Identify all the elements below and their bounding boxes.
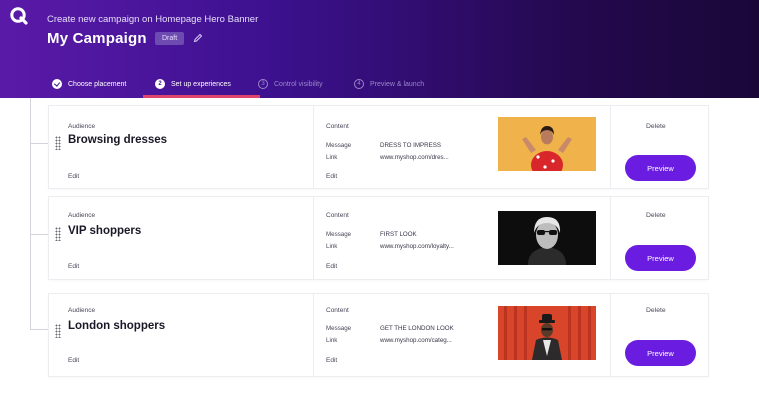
page-title: My Campaign (47, 30, 147, 47)
message-value: DRESS TO IMPRESS (380, 142, 441, 149)
banner-thumbnail[interactable] (498, 211, 596, 265)
link-label: Link (326, 243, 338, 250)
experience-card: Audience Browsing dresses Edit Content M… (49, 106, 708, 188)
audience-section: Audience Browsing dresses Edit (49, 106, 314, 188)
audience-name: VIP shoppers (68, 225, 142, 237)
content-label: Content (326, 212, 349, 219)
audience-label: Audience (68, 212, 96, 219)
preview-button[interactable]: Preview (625, 245, 696, 271)
step-label: Control visibility (274, 80, 323, 88)
actions-section: Delete Preview (611, 197, 708, 279)
tree-connector (30, 234, 49, 235)
edit-audience-link[interactable]: Edit (68, 357, 79, 364)
preview-button[interactable]: Preview (625, 155, 696, 181)
preview-button[interactable]: Preview (625, 340, 696, 366)
delete-button[interactable]: Delete (646, 212, 666, 219)
edit-content-link[interactable]: Edit (326, 263, 337, 270)
audience-label: Audience (68, 123, 96, 130)
content-section: Content Message DRESS TO IMPRESS Link ww… (314, 106, 611, 188)
audience-section: Audience VIP shoppers Edit (49, 197, 314, 279)
edit-audience-link[interactable]: Edit (68, 173, 79, 180)
breadcrumb: Create new campaign on Homepage Hero Ban… (47, 14, 259, 25)
step-label: Preview & launch (370, 80, 425, 88)
q-logo-icon[interactable] (9, 6, 29, 26)
step-number: 2 (155, 79, 165, 89)
tree-connector (30, 98, 31, 330)
step-label: Choose placement (68, 80, 127, 88)
step-control-visibility[interactable]: 3 Control visibility (258, 70, 323, 98)
link-label: Link (326, 154, 338, 161)
step-label: Set up experiences (171, 80, 231, 88)
edit-content-link[interactable]: Edit (326, 357, 337, 364)
delete-button[interactable]: Delete (646, 307, 666, 314)
campaign-header: Create new campaign on Homepage Hero Ban… (0, 0, 759, 98)
message-value: GET THE LONDON LOOK (380, 325, 454, 332)
edit-content-link[interactable]: Edit (326, 173, 337, 180)
step-preview-launch[interactable]: 4 Preview & launch (354, 70, 424, 98)
content-label: Content (326, 307, 349, 314)
drag-handle-icon[interactable] (55, 324, 61, 338)
content-section: Content Message FIRST LOOK Link www.mysh… (314, 197, 611, 279)
experience-card: Audience London shoppers Edit Content Me… (49, 294, 708, 376)
step-set-up-experiences[interactable]: 2 Set up experiences (155, 70, 231, 98)
stepper: Choose placement 2 Set up experiences 3 … (0, 70, 759, 98)
audience-name: London shoppers (68, 320, 166, 332)
link-value: www.myshop.com/loyalty... (380, 243, 454, 250)
banner-thumbnail[interactable] (498, 306, 596, 360)
link-value: www.myshop.com/categ... (380, 337, 452, 344)
banner-thumbnail[interactable] (498, 117, 596, 171)
content-label: Content (326, 123, 349, 130)
message-label: Message (326, 325, 352, 332)
actions-section: Delete Preview (611, 294, 708, 376)
step-number: 3 (258, 79, 268, 89)
check-icon (52, 79, 62, 89)
message-label: Message (326, 231, 352, 238)
drag-handle-icon[interactable] (55, 136, 61, 150)
tree-connector (30, 143, 49, 144)
pencil-icon[interactable] (193, 33, 203, 43)
edit-audience-link[interactable]: Edit (68, 263, 79, 270)
content-section: Content Message GET THE LONDON LOOK Link… (314, 294, 611, 376)
audience-name: Browsing dresses (68, 134, 168, 146)
tree-connector (30, 329, 49, 330)
message-label: Message (326, 142, 352, 149)
audience-label: Audience (68, 307, 96, 314)
audience-section: Audience London shoppers Edit (49, 294, 314, 376)
experience-card: Audience VIP shoppers Edit Content Messa… (49, 197, 708, 279)
active-step-indicator (143, 95, 260, 98)
drag-handle-icon[interactable] (55, 227, 61, 241)
actions-section: Delete Preview (611, 106, 708, 188)
status-badge: Draft (155, 32, 185, 45)
step-choose-placement[interactable]: Choose placement (52, 70, 126, 98)
link-value: www.myshop.com/dres... (380, 154, 449, 161)
link-label: Link (326, 337, 338, 344)
delete-button[interactable]: Delete (646, 123, 666, 130)
message-value: FIRST LOOK (380, 231, 417, 238)
step-number: 4 (354, 79, 364, 89)
